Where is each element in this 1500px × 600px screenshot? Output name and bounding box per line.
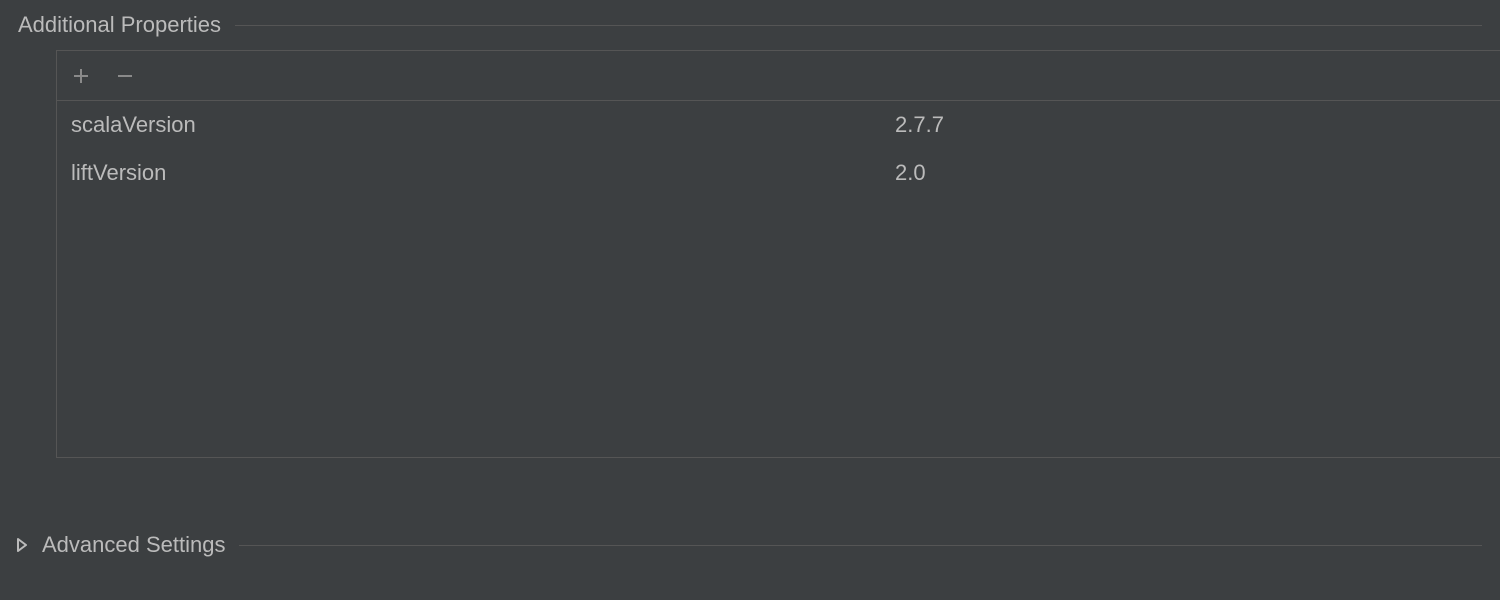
advanced-settings-header[interactable]: Advanced Settings (0, 520, 1500, 570)
table-row[interactable]: scalaVersion 2.7.7 (57, 101, 1500, 149)
remove-button[interactable] (115, 66, 135, 86)
properties-panel: scalaVersion 2.7.7 liftVersion 2.0 (56, 50, 1500, 458)
minus-icon (116, 67, 134, 85)
property-value: 2.7.7 (895, 112, 1500, 138)
section-divider (235, 25, 1482, 26)
properties-table: scalaVersion 2.7.7 liftVersion 2.0 (57, 101, 1500, 457)
property-value: 2.0 (895, 160, 1500, 186)
properties-toolbar (57, 51, 1500, 101)
section-title: Advanced Settings (42, 532, 225, 558)
table-row[interactable]: liftVersion 2.0 (57, 149, 1500, 197)
additional-properties-header: Additional Properties (0, 0, 1500, 50)
section-divider (239, 545, 1482, 546)
plus-icon (72, 67, 90, 85)
section-title: Additional Properties (18, 12, 221, 38)
property-key: liftVersion (71, 160, 895, 186)
add-button[interactable] (71, 66, 91, 86)
property-key: scalaVersion (71, 112, 895, 138)
chevron-right-icon (12, 538, 32, 552)
